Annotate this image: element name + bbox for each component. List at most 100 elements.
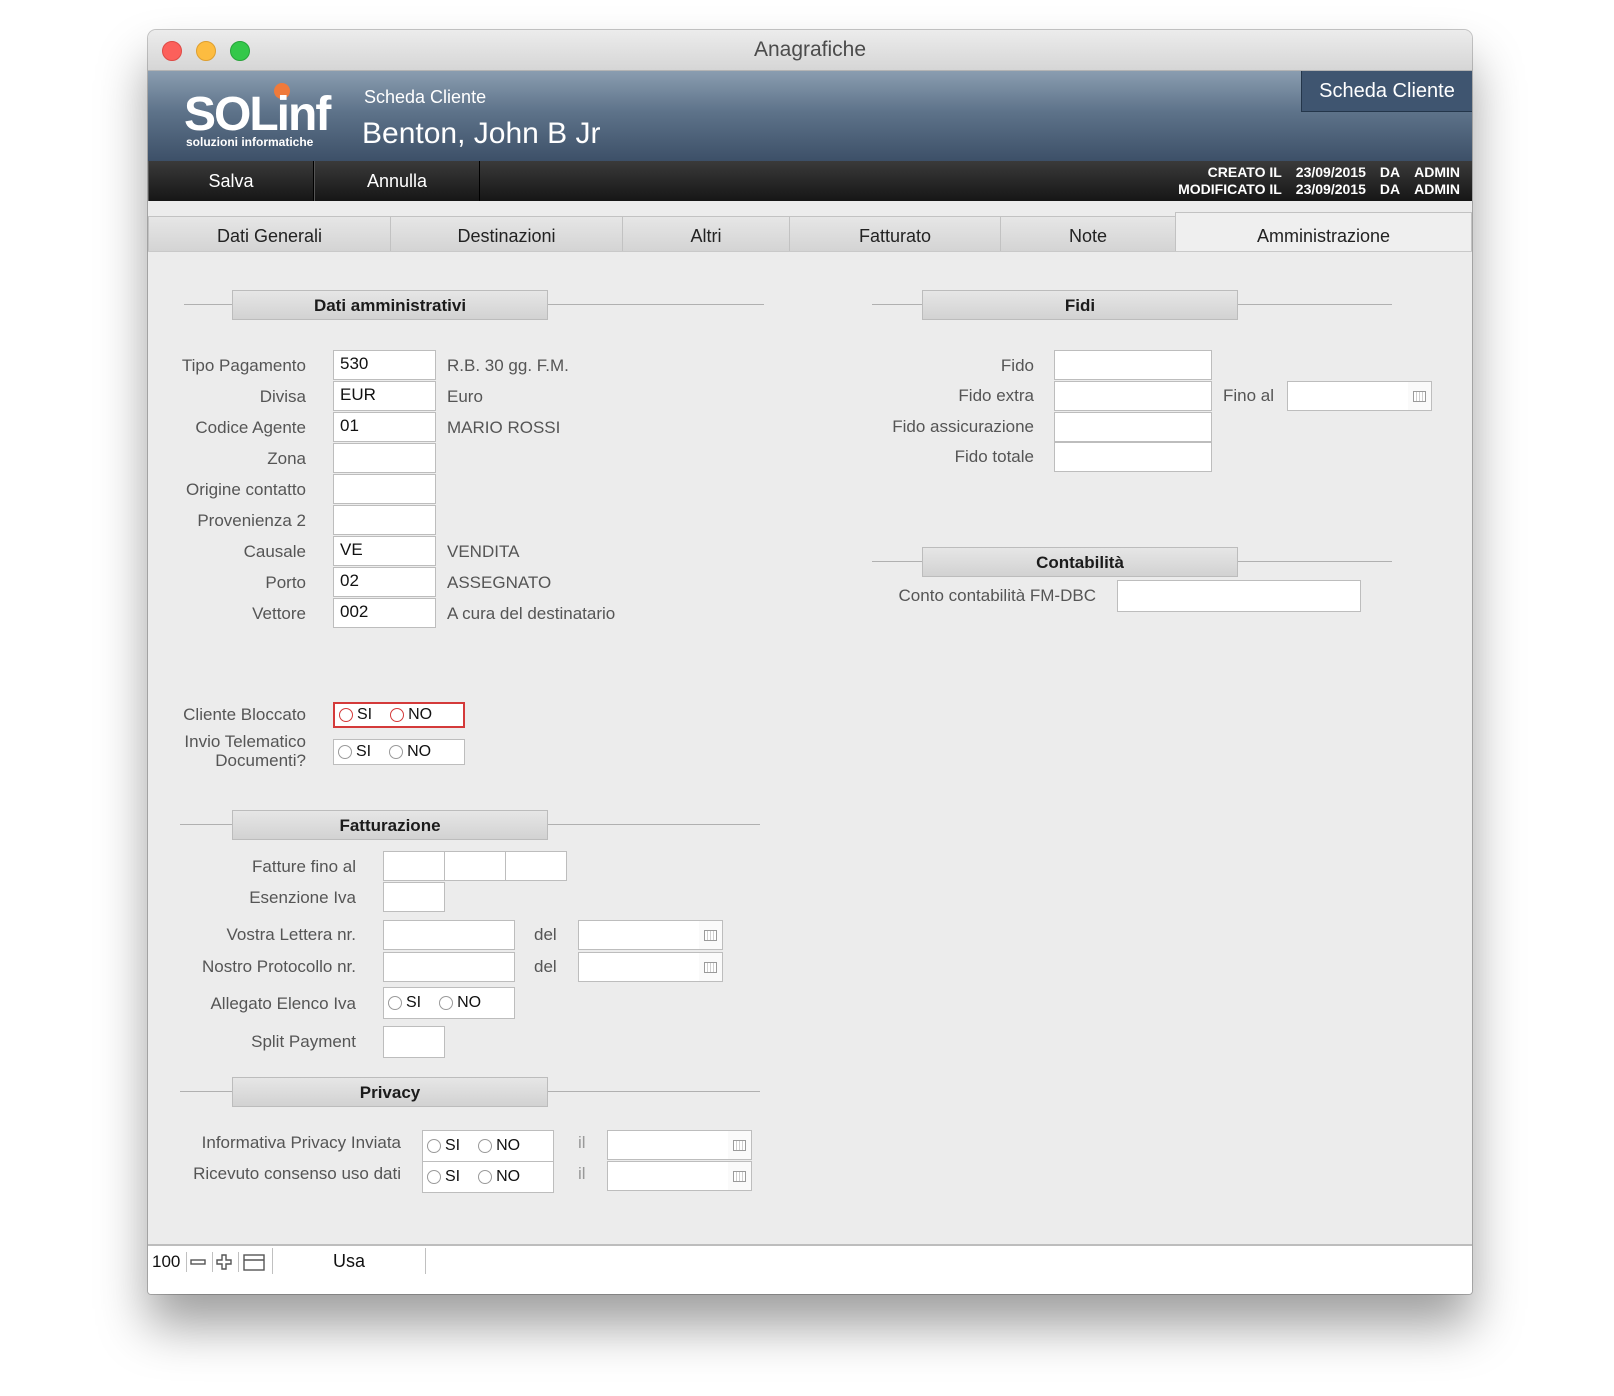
logo-subtitle: soluzioni informatiche [186, 135, 314, 149]
radio-circle-icon [427, 1170, 441, 1184]
fido-assicurazione-input[interactable] [1054, 412, 1212, 442]
tab-altri[interactable]: Altri [622, 216, 790, 252]
fido-totale-input[interactable] [1054, 442, 1212, 472]
fido-totale-label: Fido totale [954, 447, 1034, 466]
vettore-input[interactable]: 002 [333, 598, 436, 628]
zoom-out-icon[interactable] [186, 1252, 208, 1272]
allegato-elenco-iva-label: Allegato Elenco Iva [210, 994, 356, 1013]
customer-name: Benton, John B Jr [362, 117, 601, 150]
codice-agente-input[interactable]: 01 [333, 412, 436, 442]
radio-label: NO [496, 1137, 521, 1154]
cliente-bloccato-no-radio[interactable]: NO [390, 706, 432, 724]
radio-circle-icon [478, 1170, 493, 1184]
calendar-icon[interactable] [728, 1130, 752, 1160]
vostra-lettera-input[interactable] [383, 920, 515, 950]
causale-desc: VENDITA [447, 542, 520, 561]
radio-circle-icon [388, 996, 402, 1010]
fino-al-date-input[interactable] [1287, 381, 1409, 411]
field-label: Causale [243, 542, 306, 561]
informativa-date-input[interactable] [607, 1130, 729, 1160]
created-by-label: DA [1379, 164, 1401, 180]
created-date: 23/09/2015 [1295, 164, 1366, 180]
vostra-lettera-date-input[interactable] [578, 920, 700, 950]
tab-dati-generali[interactable]: Dati Generali [148, 216, 391, 252]
conto-contabilita-input[interactable] [1117, 580, 1361, 612]
calendar-icon[interactable] [1408, 381, 1432, 411]
radio-circle-icon [338, 745, 352, 759]
fatture-fino-al-label: Fatture fino al [252, 857, 356, 876]
informativa-privacy-radio-group: SI NO [422, 1130, 554, 1162]
header-banner: SOLinf soluzioni informatiche Scheda Cli… [148, 71, 1472, 161]
porto-input[interactable]: 02 [333, 567, 436, 597]
zona-input[interactable] [333, 443, 436, 473]
nostro-protocollo-label: Nostro Protocollo nr. [201, 957, 356, 976]
mode-indicator[interactable]: Usa [272, 1248, 426, 1274]
tab-amministrazione[interactable]: Amministrazione [1175, 212, 1472, 252]
fido-assicurazione-label: Fido assicurazione [892, 417, 1034, 436]
fido-extra-label: Fido extra [958, 386, 1034, 405]
field-label: Tipo Pagamento [181, 356, 306, 375]
origine-contatto-input[interactable] [333, 474, 436, 504]
tab-fatturato[interactable]: Fatturato [789, 216, 1001, 252]
tab-destinazioni[interactable]: Destinazioni [390, 216, 623, 252]
fatture-fino-al-year-input[interactable] [505, 851, 567, 881]
informativa-no-radio[interactable]: NO [478, 1137, 520, 1155]
radio-circle-icon [339, 708, 353, 722]
field-label: Origine contatto [185, 480, 306, 499]
allegato-elenco-iva-radio-group: SI NO [383, 987, 515, 1019]
nostro-protocollo-input[interactable] [383, 952, 515, 982]
fatture-fino-al-month-input[interactable] [444, 851, 506, 881]
calendar-icon[interactable] [699, 920, 723, 950]
causale-input[interactable]: VE [333, 536, 436, 566]
fido-input[interactable] [1054, 350, 1212, 380]
esenzione-iva-input[interactable] [383, 882, 445, 912]
radio-label: SI [356, 743, 372, 760]
record-meta: CREATO IL 23/09/2015 DA ADMIN MODIFICATO… [1178, 164, 1460, 198]
field-label: Provenienza 2 [197, 511, 306, 530]
radio-label: NO [407, 743, 432, 760]
tab-content-border [148, 251, 1472, 252]
calendar-icon[interactable] [699, 952, 723, 982]
toggle-toolbar-icon[interactable] [238, 1252, 268, 1272]
form-subtitle: Scheda Cliente [364, 87, 487, 107]
cliente-bloccato-si-radio[interactable]: SI [339, 706, 372, 724]
split-payment-input[interactable] [383, 1026, 445, 1058]
invio-telematico-label: Invio Telematico Documenti? [168, 732, 306, 770]
invio-telematico-si-radio[interactable]: SI [338, 743, 371, 761]
allegato-no-radio[interactable]: NO [439, 994, 481, 1012]
radio-label: NO [408, 706, 433, 723]
field-label: Codice Agente [195, 418, 306, 437]
allegato-si-radio[interactable]: SI [388, 994, 421, 1012]
fatture-fino-al-day-input[interactable] [383, 851, 445, 881]
radio-circle-icon [389, 745, 404, 759]
modified-by: ADMIN [1414, 181, 1460, 197]
informativa-si-radio[interactable]: SI [427, 1137, 460, 1155]
save-button[interactable]: Salva [148, 161, 314, 201]
nostro-protocollo-date-input[interactable] [578, 952, 700, 982]
modified-by-label: DA [1379, 181, 1401, 197]
section-contabilita: Contabilità [872, 547, 1392, 577]
fino-al-label: Fino al [1223, 386, 1275, 405]
company-logo: SOLinf soluzioni informatiche [184, 83, 331, 151]
calendar-icon[interactable] [728, 1161, 752, 1191]
invio-telematico-no-radio[interactable]: NO [389, 743, 431, 761]
fido-label: Fido [1000, 356, 1034, 375]
consenso-si-radio[interactable]: SI [427, 1168, 460, 1186]
cliente-bloccato-radio-group: SI NO [333, 702, 465, 728]
consenso-uso-dati-label: Ricevuto consenso uso dati [193, 1164, 401, 1183]
zoom-level[interactable]: 100 [152, 1252, 180, 1272]
provenienza-2-input[interactable] [333, 505, 436, 535]
section-fatturazione: Fatturazione [180, 810, 760, 840]
zoom-in-icon[interactable] [212, 1252, 234, 1272]
consenso-date-input[interactable] [607, 1161, 729, 1191]
divisa-input[interactable]: EUR [333, 381, 436, 411]
field-label: Vettore [252, 604, 306, 623]
consenso-radio-group: SI NO [422, 1161, 554, 1193]
cancel-button[interactable]: Annulla [314, 161, 480, 201]
section-dati-amministrativi: Dati amministrativi [184, 290, 764, 320]
consenso-no-radio[interactable]: NO [478, 1168, 520, 1186]
fido-extra-input[interactable] [1054, 381, 1212, 411]
tipo-pagamento-input[interactable]: 530 [333, 350, 436, 380]
form-badge: Scheda Cliente [1301, 71, 1472, 112]
tab-note[interactable]: Note [1000, 216, 1176, 252]
